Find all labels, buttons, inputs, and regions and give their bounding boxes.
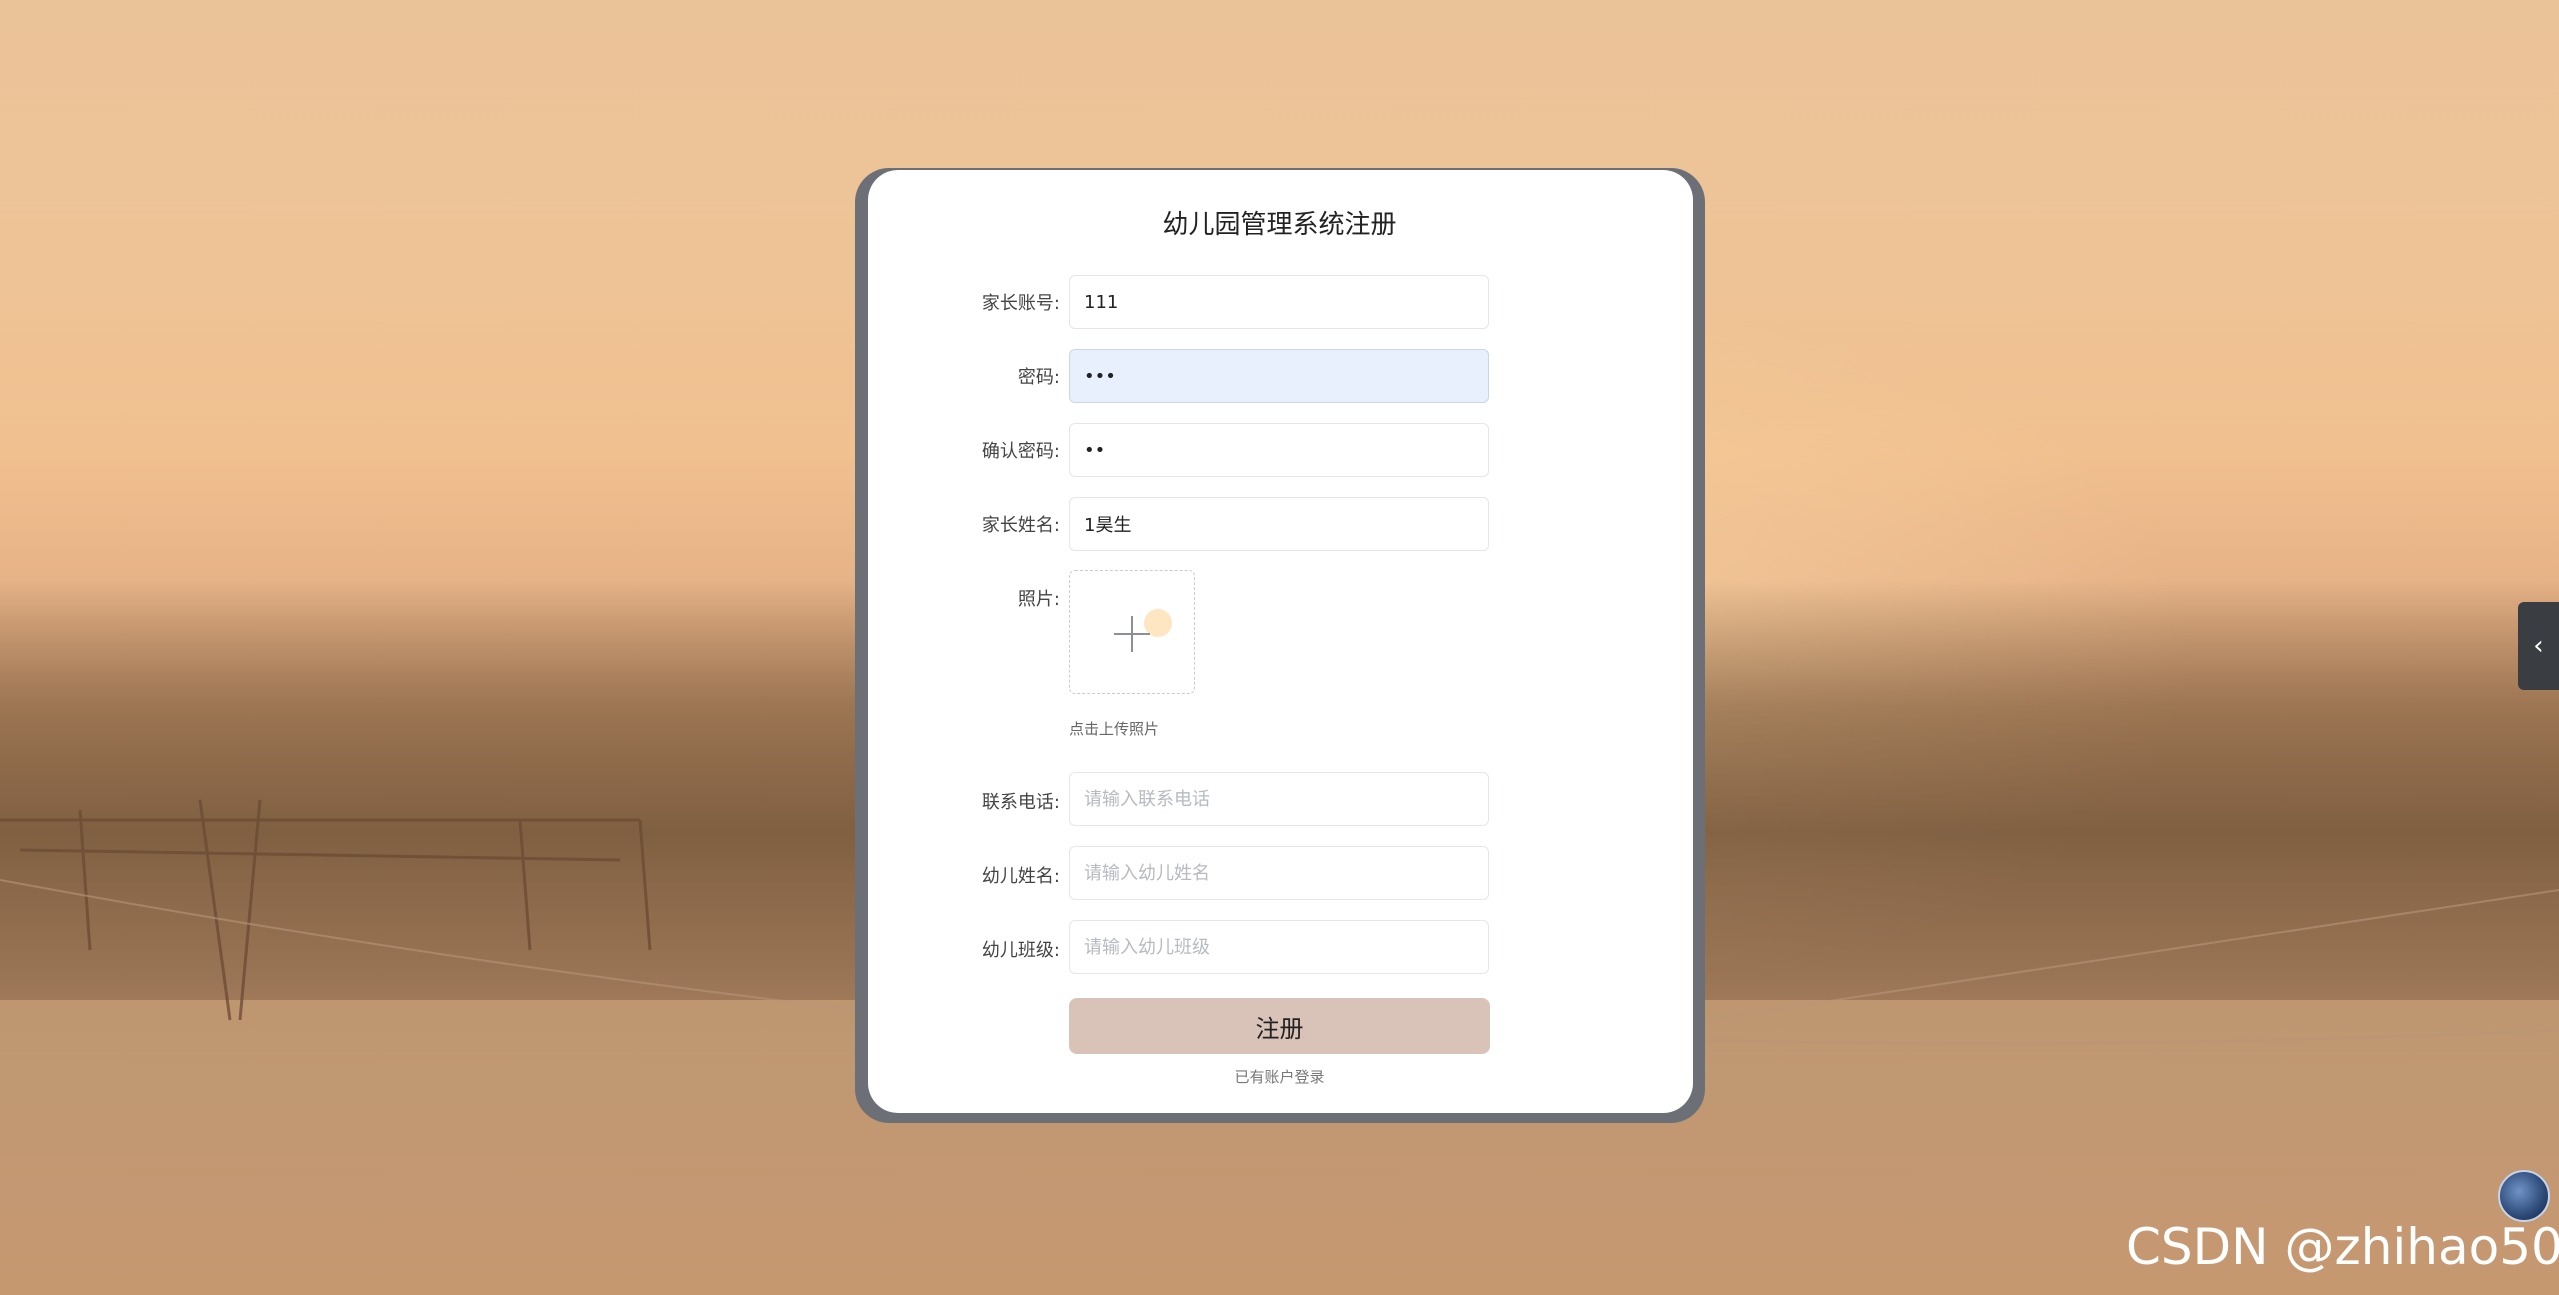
avatar[interactable] (2498, 1170, 2550, 1222)
form-title: 幼儿园管理系统注册 (1162, 210, 1397, 240)
label-child-name: 幼儿姓名: (981, 866, 1060, 887)
plus-icon-vertical (1131, 616, 1133, 652)
label-phone: 联系电话: (981, 792, 1060, 813)
label-parent-name: 家长姓名: (981, 515, 1060, 536)
label-photo: 照片: (1017, 589, 1060, 610)
label-confirm-password: 确认密码: (981, 441, 1060, 462)
photo-upload[interactable] (1069, 570, 1195, 694)
label-child-class: 幼儿班级: (981, 940, 1060, 961)
register-button[interactable]: 注册 (1069, 998, 1490, 1054)
label-password: 密码: (1017, 367, 1060, 388)
parent-name-input[interactable] (1069, 497, 1489, 551)
password-input[interactable] (1069, 349, 1489, 403)
login-link[interactable]: 已有账户登录 (0, 1066, 2559, 1087)
child-class-input[interactable] (1069, 920, 1489, 974)
phone-input[interactable] (1069, 772, 1489, 826)
child-name-input[interactable] (1069, 846, 1489, 900)
confirm-password-input[interactable] (1069, 423, 1489, 477)
chevron-left-icon[interactable]: ‹ (2518, 602, 2559, 690)
label-parent-account: 家长账号: (981, 293, 1060, 314)
watermark: CSDN @zhihao501 (2126, 1218, 2559, 1276)
photo-upload-hint: 点击上传照片 (1069, 720, 1160, 738)
parent-account-input[interactable] (1069, 275, 1489, 329)
